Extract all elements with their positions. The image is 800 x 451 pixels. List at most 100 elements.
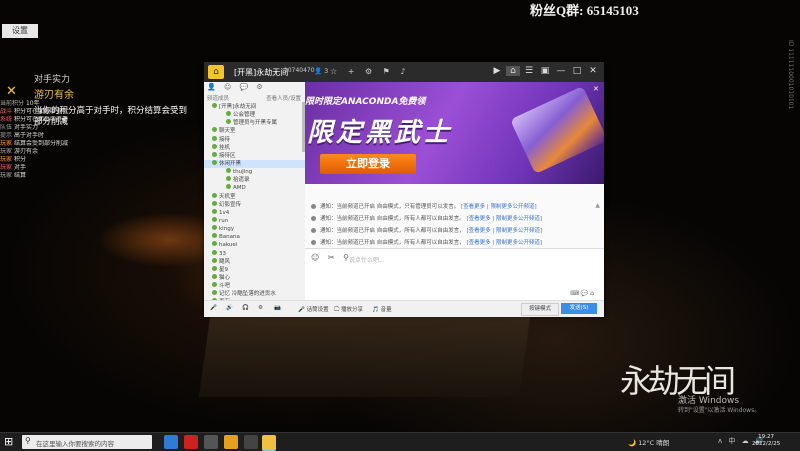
channel-item[interactable]: 飓风 bbox=[204, 257, 305, 266]
window-control-button[interactable]: ⌂ bbox=[506, 66, 520, 76]
sidebar-header-right[interactable]: 查看人员/设置 bbox=[266, 94, 301, 102]
channel-item[interactable]: 公会管理 bbox=[204, 111, 305, 119]
bottom-tool-item[interactable]: 📷 bbox=[274, 305, 281, 311]
channel-list[interactable]: [开黑]永劫无间 公会管理 管理员与开黑专属 聊天室 接待 挂机 接待区 休闲开黑 thuJin… bbox=[204, 103, 305, 307]
bottom-tool-item[interactable]: 🎵 音量 bbox=[372, 305, 392, 313]
channel-item[interactable]: thuJing bbox=[204, 168, 305, 176]
sidebar-header-left: 频道成员 bbox=[207, 96, 230, 102]
windows-start-icon[interactable]: ⊞ bbox=[4, 436, 16, 448]
bottom-tool-item[interactable]: 🔊 bbox=[226, 305, 233, 311]
message-text: 通知：当前频道已开启 自由模式，所有人都可以自由发言， bbox=[320, 228, 465, 234]
clock[interactable]: 19:27 2022/2/25 bbox=[752, 434, 780, 448]
chat-line: 玩家 游刃有余 bbox=[0, 148, 150, 156]
taskbar[interactable]: ⊞ ⚲ 在这里输入你要搜索的内容 🌙 12°C 晴朗 ᴧ 中 ☁ 🔊 19:27… bbox=[0, 432, 800, 451]
chat-input[interactable]: 说点什么吧... bbox=[349, 255, 385, 264]
yy-app-icon[interactable] bbox=[262, 435, 276, 451]
channel-item[interactable]: hakuei bbox=[204, 241, 305, 249]
app-home-icon[interactable]: ⌂ bbox=[208, 65, 224, 79]
channel-item[interactable]: 聊天室 bbox=[204, 127, 305, 135]
message-link[interactable]: [查看更多 | 限制更多公开频道] bbox=[467, 228, 543, 234]
chat-user: 当前积分 bbox=[0, 100, 25, 107]
bottom-toolbar[interactable]: 🎤 🔊 🎧 ⚙ 📷 🎤 话筒设置 🖵 播放分享 🎵 音量 按键模式 发送(S) bbox=[204, 300, 604, 317]
channel-dot-icon bbox=[212, 225, 217, 231]
sidebar-header: 频道成员 查看人员/设置 bbox=[204, 94, 305, 103]
bottom-tool-item[interactable]: 🎤 bbox=[210, 305, 217, 311]
system-message: 通知：当前频道已开启 自由模式，所有人都可以自由发言。 [查看更多 | 限制更多… bbox=[311, 214, 542, 222]
channel-sidebar[interactable]: 👤 ☺ 💬 ⚙ 频道成员 查看人员/设置 [开黑]永劫无间 公会管理 管理员与开黑专… bbox=[204, 82, 306, 305]
channel-label: AMD bbox=[233, 185, 246, 192]
channel-item[interactable]: [开黑]永劫无间 bbox=[204, 103, 305, 111]
channel-item[interactable]: 斗吧 bbox=[204, 282, 305, 290]
channel-dot-icon bbox=[226, 168, 231, 174]
top-tag[interactable]: 设置 bbox=[2, 24, 38, 38]
input-right-icons[interactable]: ⌨ 💬 ⌂ bbox=[570, 290, 594, 297]
channel-item[interactable]: 接待区 bbox=[204, 151, 305, 160]
yy-channel-window[interactable]: ⌂ [开黑]永劫无间 10740470 👤 3 ☆ + ⚙ ⚑ ♪ ▶ ⌂ ☰ ▣ — □… bbox=[204, 62, 604, 317]
channel-item[interactable]: kingy bbox=[204, 225, 305, 233]
scroll-icon[interactable]: ▲ bbox=[595, 202, 600, 209]
promo-banner[interactable]: 限时限定ANACONDA免费领 限定黑武士 立即登录 ✕ bbox=[305, 82, 604, 184]
app-icon-orange[interactable] bbox=[224, 435, 238, 449]
channel-dot-icon bbox=[212, 127, 217, 133]
banner-login-button[interactable]: 立即登录 bbox=[320, 154, 416, 174]
window-control-button[interactable]: □ bbox=[570, 66, 584, 76]
channel-item[interactable]: 休闲开黑 bbox=[204, 159, 305, 169]
chat-text: 高于对手时 bbox=[13, 132, 44, 139]
channel-label: 33 bbox=[219, 250, 226, 257]
system-message: 通知：当前频道已开启 自由模式，只有管理员可以发言。 [查看更多 | 限制更多公… bbox=[311, 202, 537, 210]
channel-dot-icon bbox=[212, 159, 217, 165]
app-icon-dark[interactable] bbox=[244, 435, 258, 449]
weather-widget[interactable]: 🌙 12°C 晴朗 bbox=[628, 437, 669, 447]
channel-dot-icon bbox=[212, 143, 217, 149]
close-icon[interactable]: ✕ bbox=[593, 85, 601, 93]
channel-item[interactable]: 幻影宣传 bbox=[204, 200, 305, 209]
input-toolbar-icons[interactable]: ☺ ✂ ⚲ bbox=[311, 253, 352, 262]
taskbar-search[interactable]: ⚲ 在这里输入你要搜索的内容 bbox=[22, 435, 152, 449]
send-mode-button[interactable]: 按键模式 bbox=[521, 303, 559, 316]
channel-item[interactable]: 记忆 冷酷坠落的进贡水 bbox=[204, 290, 305, 298]
window-control-button[interactable]: — bbox=[554, 66, 568, 76]
window-control-button[interactable]: ▶ bbox=[490, 66, 504, 76]
message-link[interactable]: [查看更多 | 限制更多公开频道] bbox=[467, 240, 543, 246]
app-icon-grey[interactable] bbox=[204, 435, 218, 449]
channel-label: 挂机 bbox=[219, 144, 231, 151]
channel-item[interactable]: 猫心 bbox=[204, 273, 305, 282]
bottom-tool-item[interactable]: 🎤 话筒设置 bbox=[298, 305, 329, 313]
message-link[interactable]: [查看更多 | 限制更多公开频道] bbox=[467, 216, 543, 222]
channel-item[interactable]: 拾遗录 bbox=[204, 176, 305, 184]
bottom-tool-item[interactable]: ⚙ bbox=[258, 305, 263, 311]
title-bar[interactable]: ⌂ [开黑]永劫无间 10740470 👤 3 ☆ + ⚙ ⚑ ♪ ▶ ⌂ ☰ ▣ — □… bbox=[204, 62, 604, 82]
chat-text: 对手 bbox=[13, 164, 26, 171]
channel-item[interactable]: 接待 bbox=[204, 135, 305, 144]
task-view-icon[interactable] bbox=[164, 435, 178, 449]
channel-item[interactable]: 管理员与开黑专属 bbox=[204, 119, 305, 127]
channel-item[interactable]: 挂机 bbox=[204, 143, 305, 152]
channel-dot-icon bbox=[226, 176, 231, 182]
message-link[interactable]: [查看更多 | 限制更多公开频道] bbox=[461, 204, 537, 210]
chat-text: 积分 bbox=[13, 156, 26, 163]
send-button[interactable]: 发送(S) bbox=[561, 303, 597, 314]
channel-item[interactable]: 天机室 bbox=[204, 192, 305, 201]
chat-user: 玩家 bbox=[0, 156, 13, 163]
channel-item[interactable]: AMD bbox=[204, 184, 305, 192]
bottom-tool-item[interactable]: 🎧 bbox=[242, 305, 249, 311]
sidebar-tab-icons[interactable]: 👤 ☺ 💬 ⚙ bbox=[204, 82, 305, 94]
member-count-value: 3 bbox=[324, 67, 329, 75]
window-control-button[interactable]: ☰ bbox=[522, 66, 536, 76]
chat-text: 积分可在面板中查看 bbox=[13, 116, 68, 123]
channel-item[interactable]: run bbox=[204, 216, 305, 225]
search-input[interactable]: 在这里输入你要搜索的内容 bbox=[36, 438, 114, 448]
channel-item[interactable]: 1v4 bbox=[204, 208, 305, 217]
channel-item[interactable]: Banana bbox=[204, 233, 305, 241]
bottom-tool-item[interactable]: 🖵 播放分享 bbox=[334, 305, 363, 314]
channel-label: 记忆 冷酷坠落的进贡水 bbox=[219, 291, 276, 298]
window-controls[interactable]: ▶ ⌂ ☰ ▣ — □ ✕ bbox=[488, 66, 600, 76]
window-control-button[interactable]: ▣ bbox=[538, 66, 552, 76]
chat-input-area[interactable]: ☺ ✂ ⚲ 说点什么吧... ⌨ 💬 ⌂ bbox=[305, 248, 604, 301]
title-toolbar-icons[interactable]: ☆ + ⚙ ⚑ ♪ bbox=[330, 67, 410, 76]
window-control-button[interactable]: ✕ bbox=[586, 66, 600, 76]
app-icon-red[interactable] bbox=[184, 435, 198, 449]
channel-item[interactable]: 星9 bbox=[204, 265, 305, 274]
channel-item[interactable]: 33 bbox=[204, 249, 305, 258]
weapon-image bbox=[510, 85, 604, 175]
